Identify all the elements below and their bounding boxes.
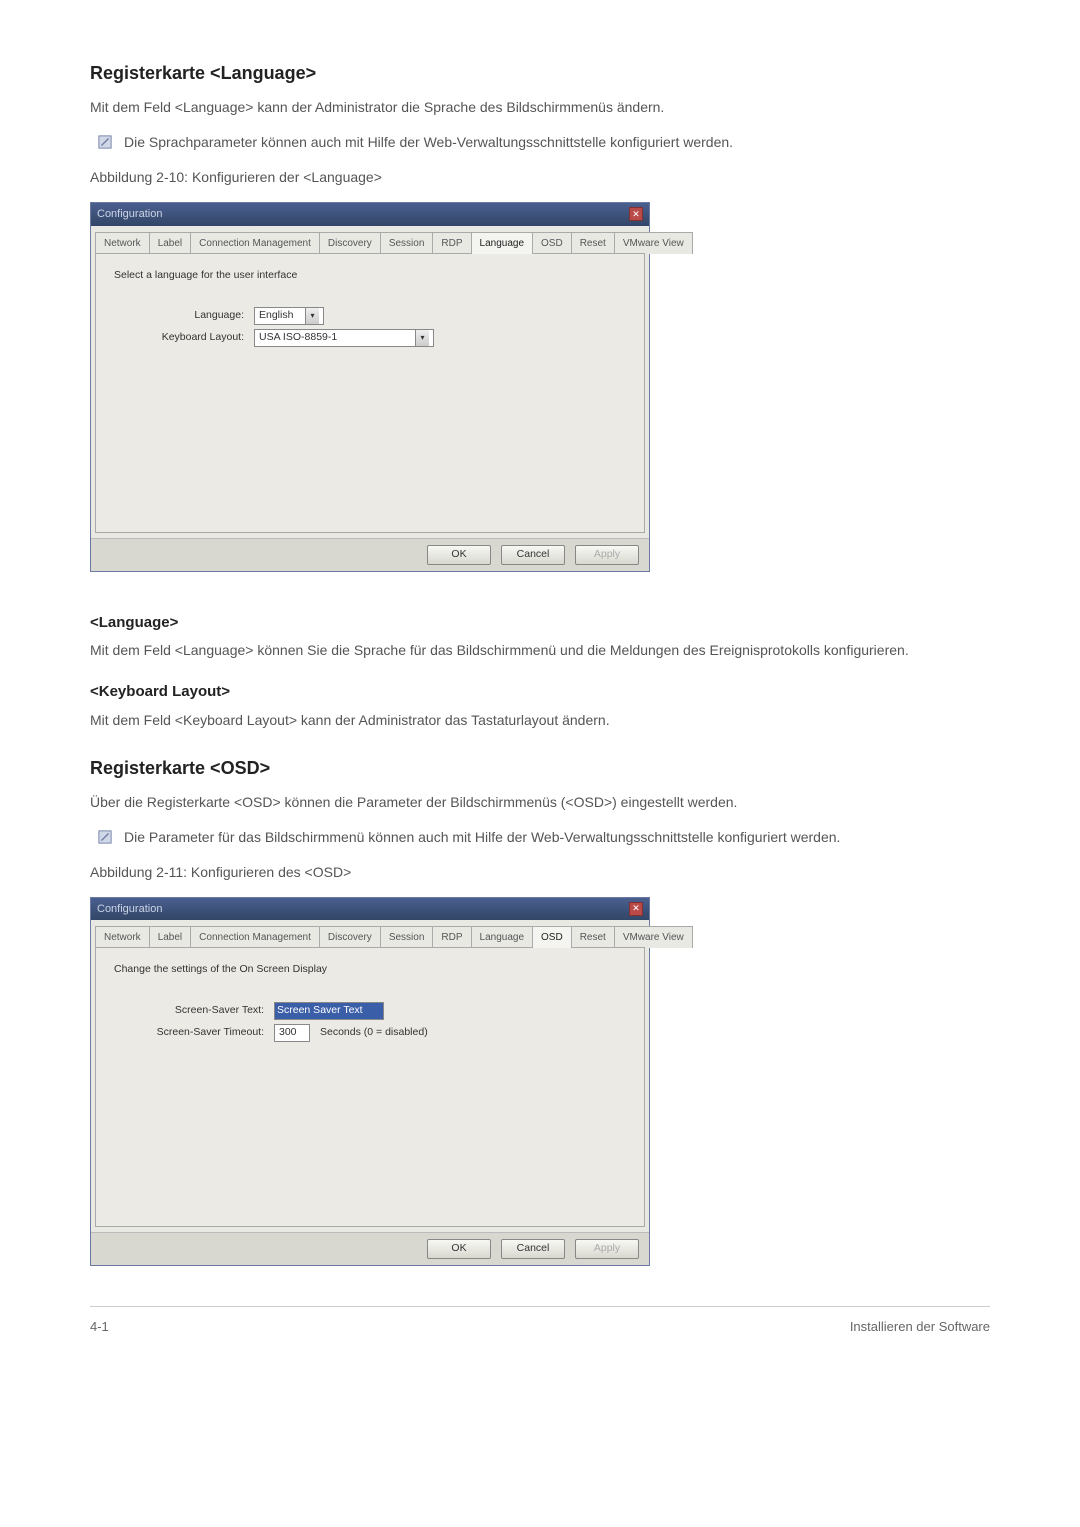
dialog-osd: Configuration ✕ NetworkLabelConnection M… [90,897,650,1267]
subtext-keyboard: Mit dem Feld <Keyboard Layout> kann der … [90,710,990,731]
dialog-titlebar: Configuration ✕ [91,203,649,226]
apply-button[interactable]: Apply [575,1239,639,1259]
subheading-keyboard: <Keyboard Layout> [90,681,990,704]
chevron-down-icon: ▾ [305,308,319,324]
dialog-body-2: Change the settings of the On Screen Dis… [95,947,645,1227]
section-title-osd: Registerkarte <OSD> [90,755,990,782]
section-intro-language: Mit dem Feld <Language> kann der Adminis… [90,97,990,118]
cancel-button[interactable]: Cancel [501,1239,565,1259]
note-text: Die Parameter für das Bildschirmmenü kön… [124,827,840,848]
note-language: Die Sprachparameter können auch mit Hilf… [98,132,990,153]
section-title-language: Registerkarte <Language> [90,60,990,87]
screensaver-timeout-value: 300 [279,1025,297,1041]
tab-vmware-view[interactable]: VMware View [614,232,693,254]
ok-button[interactable]: OK [427,545,491,565]
dialog-tabs-2: NetworkLabelConnection ManagementDiscove… [91,920,649,948]
keyboard-layout-label: Keyboard Layout: [114,330,254,346]
dialog-title: Configuration [97,206,162,223]
dialog-instruction-1: Select a language for the user interface [114,268,626,284]
subtext-language: Mit dem Feld <Language> können Sie die S… [90,640,990,661]
tab-reset[interactable]: Reset [571,232,615,254]
language-value: English [259,308,305,324]
dialog-tabs-1: NetworkLabelConnection ManagementDiscove… [91,226,649,254]
screensaver-text-input[interactable]: Screen Saver Text [274,1002,384,1020]
figure-caption-2: Abbildung 2-11: Konfigurieren des <OSD> [90,862,990,883]
note-icon [98,135,112,149]
page-number: 4-1 [90,1317,109,1337]
note-text: Die Sprachparameter können auch mit Hilf… [124,132,733,153]
tab-discovery[interactable]: Discovery [319,926,381,948]
screensaver-timeout-label: Screen-Saver Timeout: [114,1025,274,1041]
dialog-footer-1: OK Cancel Apply [91,538,649,571]
dialog-language: Configuration ✕ NetworkLabelConnection M… [90,202,650,572]
cancel-button[interactable]: Cancel [501,545,565,565]
figure-caption-1: Abbildung 2-10: Konfigurieren der <Langu… [90,167,990,188]
tab-discovery[interactable]: Discovery [319,232,381,254]
apply-button[interactable]: Apply [575,545,639,565]
section-intro-osd: Über die Registerkarte <OSD> können die … [90,792,990,813]
footer-title: Installieren der Software [850,1317,990,1337]
tab-network[interactable]: Network [95,926,150,948]
dialog-footer-2: OK Cancel Apply [91,1232,649,1265]
tab-language[interactable]: Language [471,926,534,948]
language-select[interactable]: English ▾ [254,307,324,325]
dialog-instruction-2: Change the settings of the On Screen Dis… [114,962,626,978]
tab-label[interactable]: Label [149,232,191,254]
tab-connection-management[interactable]: Connection Management [190,926,320,948]
page-footer: 4-1 Installieren der Software [90,1306,990,1337]
screensaver-text-label: Screen-Saver Text: [114,1003,274,1019]
keyboard-layout-select[interactable]: USA ISO-8859-1 ▾ [254,329,434,347]
keyboard-layout-value: USA ISO-8859-1 [259,330,415,346]
tab-label[interactable]: Label [149,926,191,948]
dialog-title: Configuration [97,901,162,918]
tab-rdp[interactable]: RDP [432,232,471,254]
dialog-body-1: Select a language for the user interface… [95,253,645,533]
screensaver-text-value: Screen Saver Text [275,1003,383,1019]
note-icon [98,830,112,844]
tab-connection-management[interactable]: Connection Management [190,232,320,254]
tab-osd[interactable]: OSD [532,926,572,948]
tab-vmware-view[interactable]: VMware View [614,926,693,948]
note-osd: Die Parameter für das Bildschirmmenü kön… [98,827,990,848]
tab-network[interactable]: Network [95,232,150,254]
tab-reset[interactable]: Reset [571,926,615,948]
screensaver-timeout-suffix: Seconds (0 = disabled) [320,1025,428,1041]
ok-button[interactable]: OK [427,1239,491,1259]
tab-rdp[interactable]: RDP [432,926,471,948]
tab-osd[interactable]: OSD [532,232,572,254]
language-label: Language: [114,308,254,324]
close-icon[interactable]: ✕ [629,902,643,916]
tab-session[interactable]: Session [380,926,434,948]
subheading-language: <Language> [90,612,990,635]
tab-language[interactable]: Language [471,232,534,254]
tab-session[interactable]: Session [380,232,434,254]
chevron-down-icon: ▾ [415,330,429,346]
dialog-titlebar: Configuration ✕ [91,898,649,921]
screensaver-timeout-input[interactable]: 300 [274,1024,310,1042]
close-icon[interactable]: ✕ [629,207,643,221]
